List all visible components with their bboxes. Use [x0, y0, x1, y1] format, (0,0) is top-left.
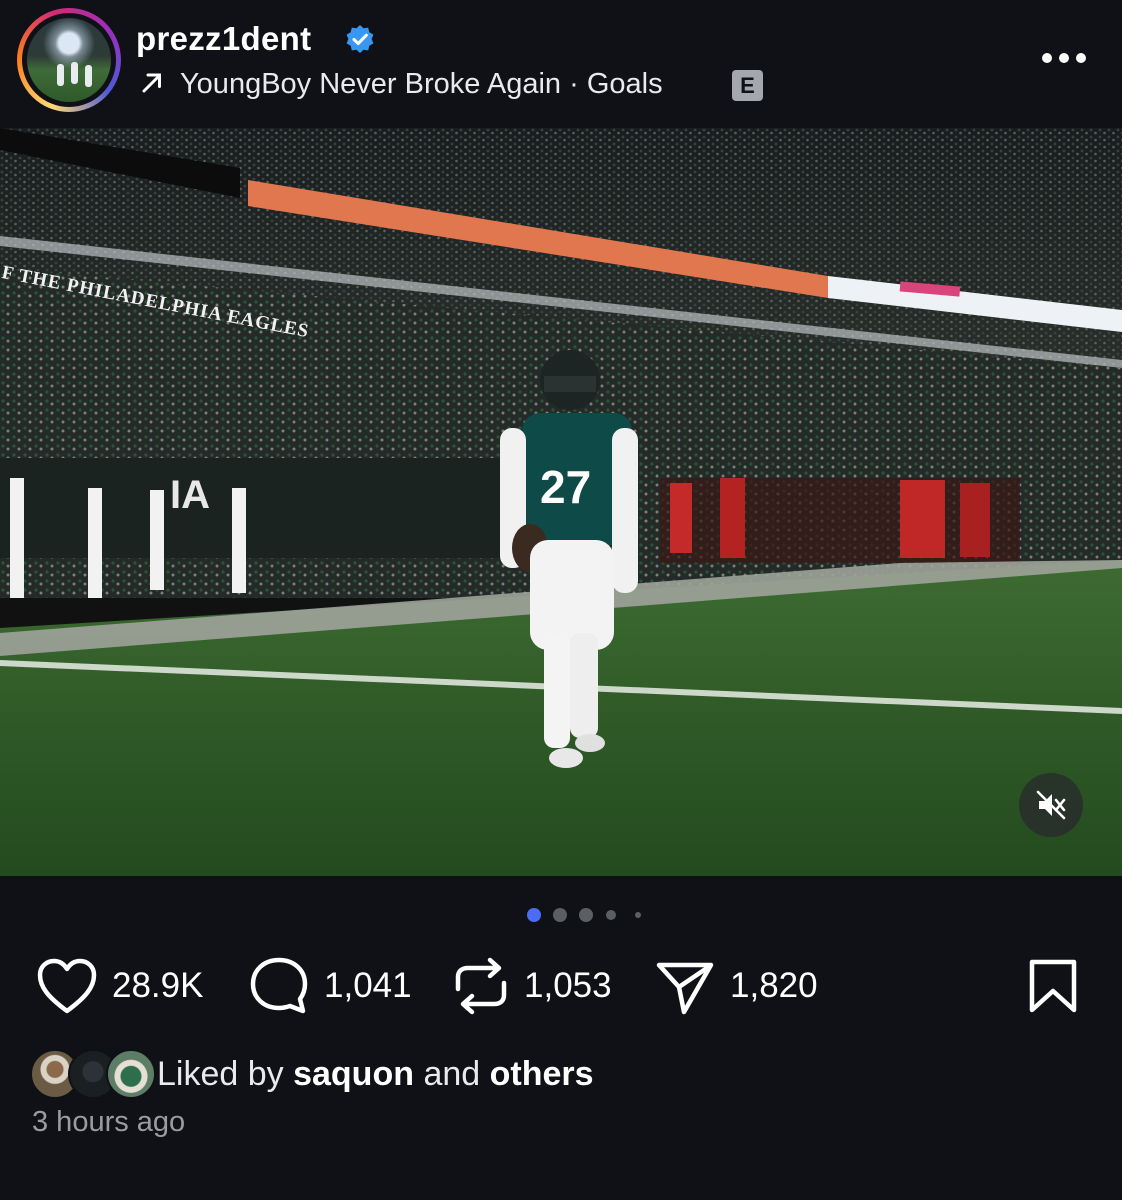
- svg-text:IA: IA: [170, 473, 210, 517]
- music-info[interactable]: YoungBoy Never Broke Again · Goals: [138, 68, 663, 101]
- liked-by-row[interactable]: Liked by saquon and others: [30, 1047, 1030, 1101]
- share-count: 1,820: [730, 966, 818, 1005]
- username[interactable]: prezz1dent: [136, 20, 311, 58]
- stadium-scene: IA 27: [0, 128, 1122, 876]
- post-timestamp: 3 hours ago: [32, 1106, 186, 1138]
- post-header: prezz1dent YoungBoy Never Broke Again · …: [0, 0, 1122, 128]
- repost-icon: [455, 957, 507, 1015]
- post-actions: 28.9K 1,041 1,053 1,820: [0, 950, 1122, 1026]
- avatar-image: [27, 18, 111, 102]
- comment-bubble-icon: [250, 957, 308, 1014]
- explicit-badge: E: [732, 70, 763, 101]
- carousel-dot: [579, 908, 593, 922]
- repost-button[interactable]: 1,053: [452, 950, 612, 1022]
- liked-by-user[interactable]: saquon: [293, 1055, 414, 1093]
- arrow-up-right-icon: [142, 73, 161, 93]
- comment-button[interactable]: 1,041: [248, 950, 412, 1022]
- profile-avatar[interactable]: [17, 8, 121, 112]
- carousel-dot-active: [527, 908, 541, 922]
- heart-icon: [37, 958, 97, 1014]
- mute-button[interactable]: [1019, 773, 1083, 837]
- liked-by-others[interactable]: others: [490, 1055, 594, 1093]
- like-button[interactable]: 28.9K: [36, 950, 203, 1022]
- send-icon: [656, 962, 714, 1015]
- liked-by-text: Liked by saquon and others: [157, 1055, 594, 1094]
- more-horizontal-icon: [1042, 53, 1052, 63]
- share-button[interactable]: 1,820: [654, 950, 818, 1022]
- music-separator: ·: [569, 68, 579, 100]
- more-options-button[interactable]: [1040, 44, 1088, 72]
- verified-badge-icon: [346, 25, 374, 53]
- liked-by-prefix: Liked by: [157, 1055, 284, 1093]
- svg-text:27: 27: [540, 461, 591, 513]
- carousel-dot: [606, 910, 616, 920]
- bookmark-icon[interactable]: [1027, 958, 1079, 1014]
- music-title: Goals: [586, 68, 663, 100]
- carousel-dot: [635, 912, 641, 918]
- music-artist: YoungBoy Never Broke Again: [180, 68, 562, 100]
- carousel-indicator: [0, 905, 1122, 925]
- comment-count: 1,041: [324, 966, 412, 1005]
- liker-avatar: [106, 1049, 156, 1099]
- repost-count: 1,053: [524, 966, 612, 1005]
- like-count: 28.9K: [112, 966, 204, 1005]
- speaker-muted-icon: [1036, 790, 1066, 820]
- carousel-dot: [553, 908, 567, 922]
- liked-by-conjunction: and: [423, 1055, 481, 1093]
- post-photo[interactable]: IA 27 F THE PHILADELPHIA EAGLES: [0, 128, 1122, 876]
